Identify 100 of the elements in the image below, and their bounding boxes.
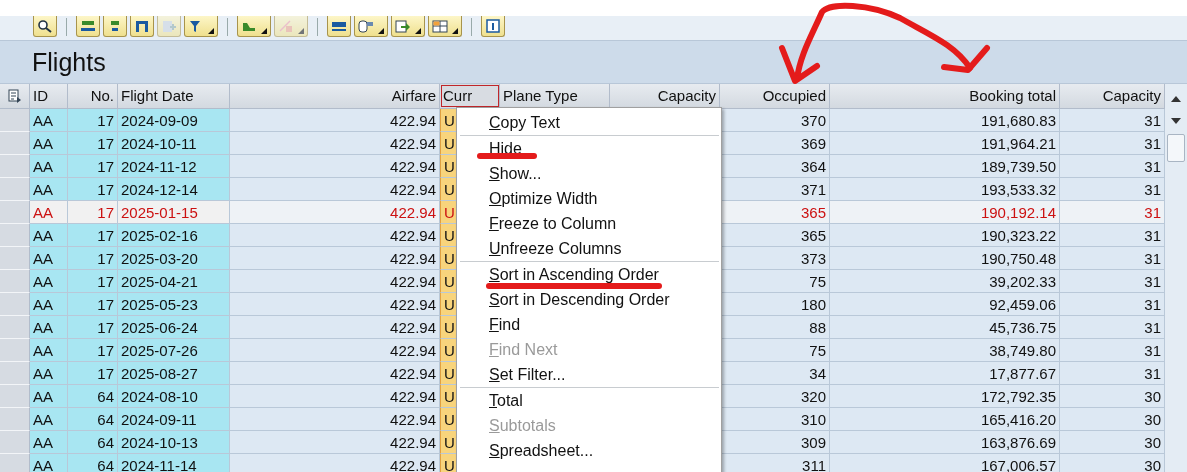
row-selector[interactable]: [0, 201, 30, 224]
table-cell: 75: [720, 339, 830, 362]
column-header[interactable]: Curr: [440, 84, 500, 108]
toolbar-button[interactable]: [481, 16, 505, 37]
table-cell: 2025-02-16: [118, 224, 230, 247]
columns-icon: [134, 19, 150, 33]
table-cell: AA: [30, 408, 68, 431]
table-cell: 31: [1060, 293, 1165, 316]
row-selector[interactable]: [0, 339, 30, 362]
table-cell: 165,416.20: [830, 408, 1060, 431]
table-cell: 31: [1060, 224, 1165, 247]
bar-icon: [80, 19, 96, 33]
table-cell: 17,877.67: [830, 362, 1060, 385]
table-cell: 31: [1060, 155, 1165, 178]
table-cell: 30: [1060, 431, 1165, 454]
table-cell: 64: [68, 408, 118, 431]
table-cell: 422.94: [230, 362, 440, 385]
table-cell: 31: [1060, 316, 1165, 339]
table-cell: 2025-03-20: [118, 247, 230, 270]
table-cell: AA: [30, 155, 68, 178]
table-cell: AA: [30, 293, 68, 316]
table-cell: 17: [68, 224, 118, 247]
row-selector[interactable]: [0, 316, 30, 339]
column-header[interactable]: No.: [68, 84, 118, 108]
row-selector[interactable]: [0, 224, 30, 247]
table-cell: 2024-11-14: [118, 454, 230, 472]
toolbar-button[interactable]: [103, 16, 127, 37]
toolbar-button[interactable]: [33, 16, 57, 37]
row-selector[interactable]: [0, 454, 30, 472]
toolbar-button[interactable]: [184, 16, 218, 37]
column-header[interactable]: Booking total: [830, 84, 1060, 108]
row-selector[interactable]: [0, 362, 30, 385]
table-cell: 370: [720, 109, 830, 132]
table-cell: 31: [1060, 178, 1165, 201]
row-selector[interactable]: [0, 178, 30, 201]
column-header[interactable]: ID: [30, 84, 68, 108]
table-cell: 422.94: [230, 270, 440, 293]
row-selector[interactable]: [0, 385, 30, 408]
toolbar-button[interactable]: [237, 16, 271, 37]
list-icon: [7, 89, 22, 103]
table-cell: 422.94: [230, 385, 440, 408]
table-cell: 17: [68, 109, 118, 132]
scroll-thumb[interactable]: [1167, 134, 1185, 162]
menu-item[interactable]: Sort in Ascending Order: [457, 262, 721, 287]
row-selector[interactable]: [0, 132, 30, 155]
table-cell: AA: [30, 362, 68, 385]
row-selector[interactable]: [0, 408, 30, 431]
table-cell: 17: [68, 362, 118, 385]
table-cell: AA: [30, 431, 68, 454]
table-cell: 373: [720, 247, 830, 270]
toolbar-button[interactable]: [130, 16, 154, 37]
table-cell: 2025-05-23: [118, 293, 230, 316]
table-cell: 92,459.06: [830, 293, 1060, 316]
table-cell: AA: [30, 224, 68, 247]
table-cell: 64: [68, 385, 118, 408]
table-cell: 17: [68, 247, 118, 270]
down-arrow-icon: [1171, 118, 1181, 124]
toolbar-button[interactable]: [76, 16, 100, 37]
table-cell: 2025-06-24: [118, 316, 230, 339]
table-cell: 422.94: [230, 178, 440, 201]
table-cell: 75: [720, 270, 830, 293]
table-cell: 17: [68, 339, 118, 362]
toolbar-button[interactable]: [354, 16, 388, 37]
table-cell: 180: [720, 293, 830, 316]
row-selector[interactable]: [0, 270, 30, 293]
underline-mark: [477, 153, 537, 159]
table-cell: 422.94: [230, 339, 440, 362]
table-cell: AA: [30, 270, 68, 293]
row-selector[interactable]: [0, 293, 30, 316]
grid-icon: [432, 19, 448, 33]
row-selector[interactable]: [0, 247, 30, 270]
table-cell: 2024-09-09: [118, 109, 230, 132]
toolbar-button[interactable]: [428, 16, 462, 37]
toolbar-button[interactable]: [327, 16, 351, 37]
table-cell: 422.94: [230, 224, 440, 247]
table-cell: 190,750.48: [830, 247, 1060, 270]
row-selector[interactable]: [0, 431, 30, 454]
table-cell: AA: [30, 316, 68, 339]
table-cell: 422.94: [230, 293, 440, 316]
table-cell: AA: [30, 454, 68, 472]
table-cell: AA: [30, 178, 68, 201]
row-selector[interactable]: [0, 109, 30, 132]
page-title: Flights: [32, 47, 106, 77]
row-selector[interactable]: [0, 155, 30, 178]
table-cell: 422.94: [230, 201, 440, 224]
table-cell: 371: [720, 178, 830, 201]
table-cell: 2025-01-15: [118, 201, 230, 224]
table-cell: 2025-08-27: [118, 362, 230, 385]
table-cell: 64: [68, 431, 118, 454]
column-header[interactable]: Flight Date: [118, 84, 230, 108]
table-cell: 31: [1060, 132, 1165, 155]
table-cell: 172,792.35: [830, 385, 1060, 408]
delete-icon: [278, 19, 294, 33]
table-cell: 38,749.80: [830, 339, 1060, 362]
table-cell: 422.94: [230, 132, 440, 155]
magnifier-icon: [37, 19, 53, 33]
toolbar-button[interactable]: [391, 16, 425, 37]
table-cell: 191,964.21: [830, 132, 1060, 155]
table-cell: 17: [68, 178, 118, 201]
up-arrow-icon: [1171, 96, 1181, 102]
